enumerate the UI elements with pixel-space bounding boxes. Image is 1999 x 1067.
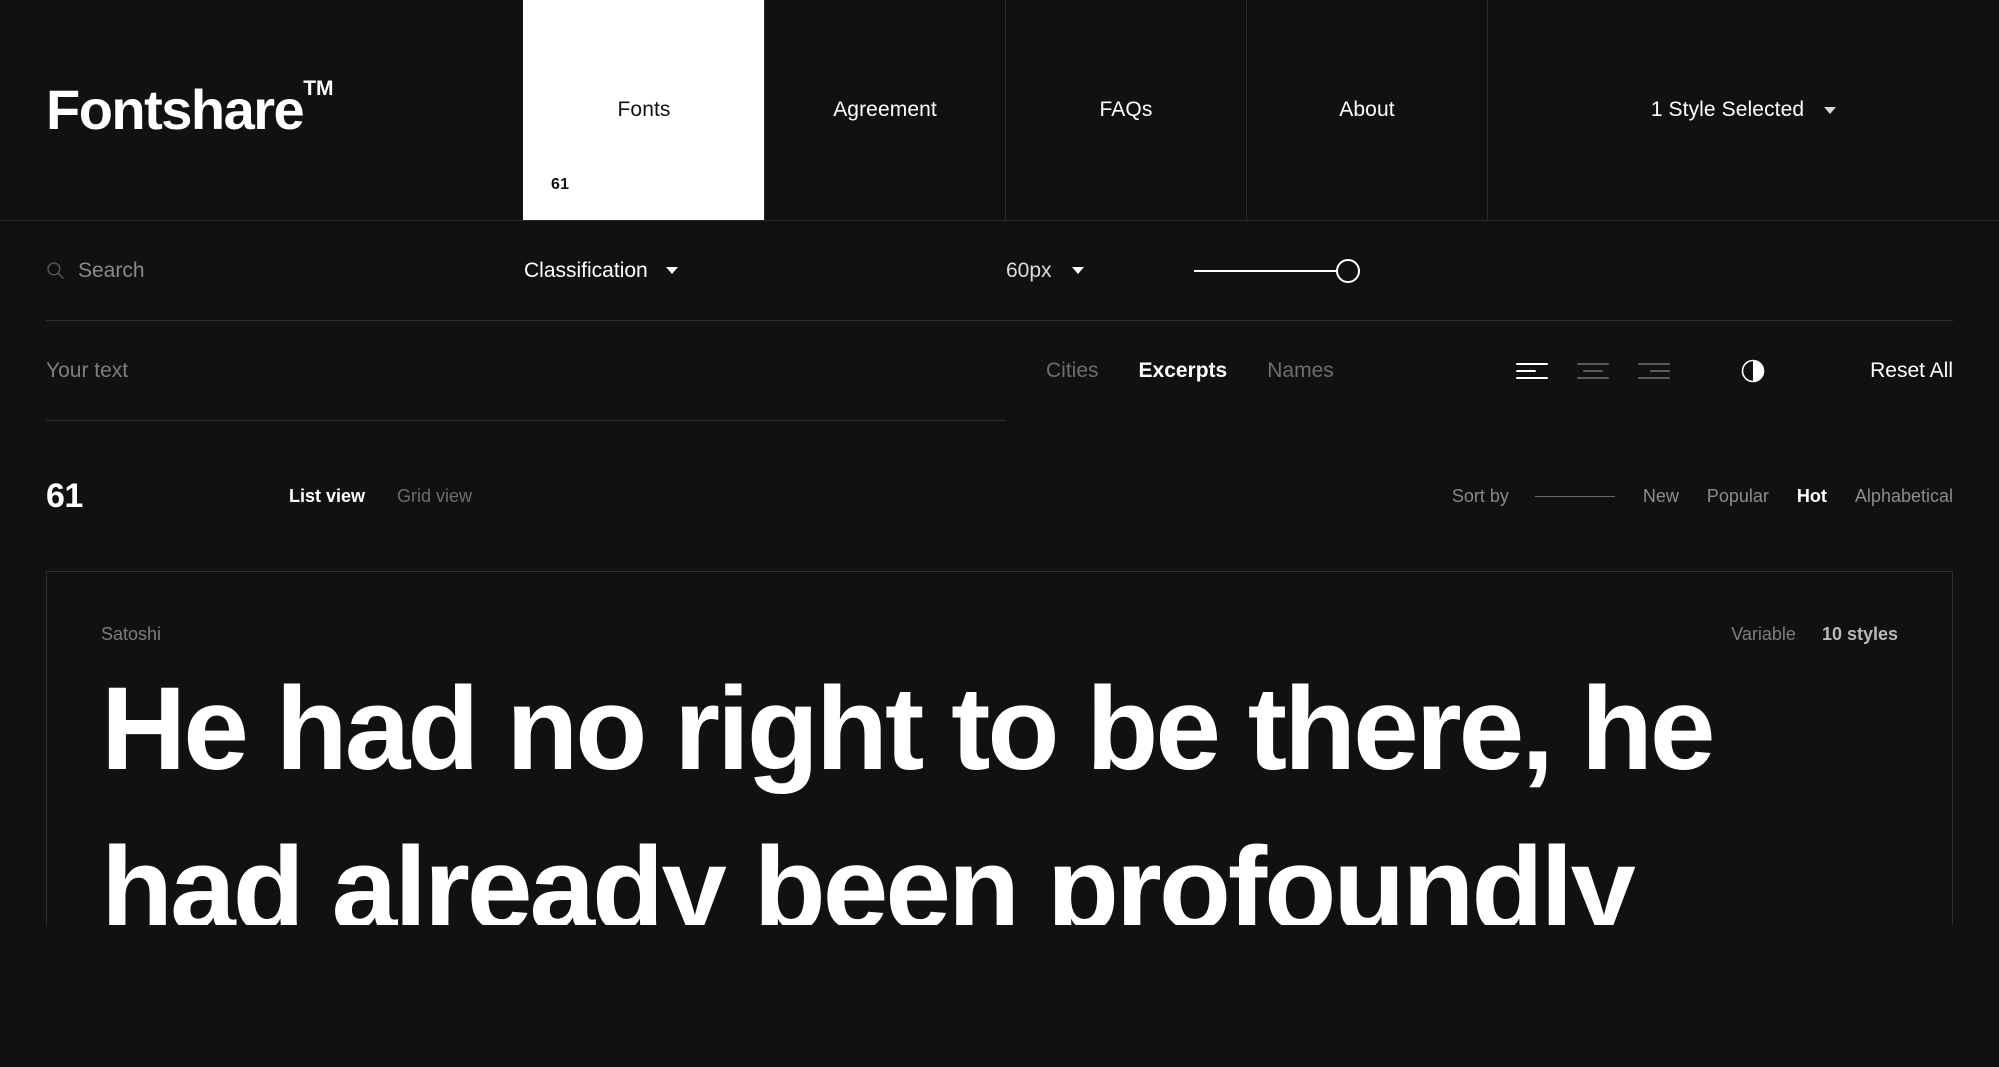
align-right-line-1 — [1638, 363, 1670, 365]
brand-cell: FontshareTM — [0, 0, 523, 220]
custom-text-input[interactable] — [46, 358, 1006, 383]
align-left-icon[interactable] — [1516, 360, 1548, 382]
font-card-meta: Satoshi Variable 10 styles — [47, 572, 1952, 645]
align-right-line-2 — [1650, 370, 1670, 372]
font-card-variable-badge: Variable — [1731, 624, 1796, 644]
logo-trademark: TM — [303, 77, 334, 101]
chevron-down-icon — [1824, 106, 1837, 114]
results-count: 61 — [46, 476, 83, 515]
sort-divider — [1534, 495, 1615, 497]
align-left-line-3 — [1516, 377, 1548, 379]
custom-text-box — [46, 321, 1006, 421]
controls-row-text: Cities Excerpts Names — [46, 321, 1953, 421]
nav-item-agreement[interactable]: Agreement — [764, 0, 1005, 220]
view-option-grid[interactable]: Grid view — [397, 486, 472, 507]
preset-text-tabs: Cities Excerpts Names — [1046, 359, 1334, 383]
align-right-line-3 — [1638, 377, 1670, 379]
chevron-down-icon — [1071, 267, 1084, 274]
font-card-specimen[interactable]: He had no right to be there, he had alre… — [47, 645, 1952, 925]
align-center-line-2 — [1583, 370, 1603, 372]
contrast-icon[interactable] — [1740, 358, 1766, 384]
sort-option-alphabetical[interactable]: Alphabetical — [1855, 486, 1953, 507]
nav-item-fonts-label: Fonts — [617, 98, 671, 121]
nav-item-fonts[interactable]: Fonts 61 — [523, 0, 764, 220]
sort-option-new[interactable]: New — [1643, 486, 1679, 507]
font-size-dropdown[interactable]: 60px — [1006, 259, 1084, 283]
nav-item-faqs[interactable]: FAQs — [1005, 0, 1246, 220]
main-nav: Fonts 61 Agreement FAQs About 1 Style Se… — [523, 0, 1999, 220]
font-size-label: 60px — [1006, 258, 1052, 282]
font-card-meta-right: Variable 10 styles — [1731, 624, 1898, 645]
nav-item-agreement-label: Agreement — [833, 98, 937, 121]
sort-option-hot[interactable]: Hot — [1797, 486, 1827, 507]
align-left-line-2 — [1516, 370, 1536, 372]
nav-item-fonts-count: 61 — [551, 176, 570, 193]
alignment-group — [1516, 360, 1670, 382]
view-toggle: List view Grid view — [289, 486, 472, 507]
font-card-styles-count[interactable]: 10 styles — [1822, 624, 1898, 645]
align-right-icon[interactable] — [1638, 360, 1670, 382]
search-icon — [47, 262, 64, 279]
logo-text: Fontshare — [46, 78, 305, 141]
chevron-down-icon — [665, 267, 678, 274]
view-option-list[interactable]: List view — [289, 486, 365, 507]
classification-dropdown[interactable]: Classification — [524, 259, 678, 283]
sort-group: Sort by New Popular Hot Alphabetical — [1452, 486, 1953, 507]
align-center-icon[interactable] — [1577, 360, 1609, 382]
font-card-name[interactable]: Satoshi — [101, 624, 161, 645]
slider-thumb[interactable] — [1336, 258, 1360, 283]
controls-row-search: Classification 60px — [46, 221, 1953, 321]
fontshare-page: FontshareTM Fonts 61 Agreement FAQs Abou… — [0, 0, 1999, 1067]
preset-tab-excerpts[interactable]: Excerpts — [1139, 359, 1228, 383]
align-center-line-3 — [1577, 377, 1609, 379]
logo[interactable]: FontshareTM — [46, 78, 334, 138]
align-center-line-1 — [1577, 363, 1609, 365]
preset-tab-cities[interactable]: Cities — [1046, 359, 1099, 383]
nav-item-faqs-label: FAQs — [1099, 98, 1153, 121]
font-card-satoshi[interactable]: Satoshi Variable 10 styles He had no rig… — [46, 571, 1953, 925]
font-size-slider[interactable] — [1194, 258, 1360, 284]
sort-by-label: Sort by — [1451, 485, 1509, 506]
sort-option-popular[interactable]: Popular — [1707, 486, 1769, 507]
search-input[interactable] — [78, 258, 516, 283]
styles-selected-dropdown[interactable]: 1 Style Selected — [1487, 0, 1999, 220]
results-bar: 61 List view Grid view Sort by New Popul… — [0, 421, 1999, 571]
reset-all-button[interactable]: Reset All — [1870, 359, 1953, 383]
align-left-line-1 — [1516, 363, 1548, 365]
preset-tab-names[interactable]: Names — [1267, 359, 1334, 383]
search-box — [46, 258, 516, 283]
classification-label: Classification — [524, 258, 648, 282]
styles-selected-label: 1 Style Selected — [1650, 98, 1805, 121]
controls-panel: Classification 60px Cities Excerpts Name… — [0, 221, 1999, 421]
nav-item-about[interactable]: About — [1246, 0, 1487, 220]
nav-item-about-label: About — [1339, 98, 1395, 121]
site-header: FontshareTM Fonts 61 Agreement FAQs Abou… — [0, 0, 1999, 221]
